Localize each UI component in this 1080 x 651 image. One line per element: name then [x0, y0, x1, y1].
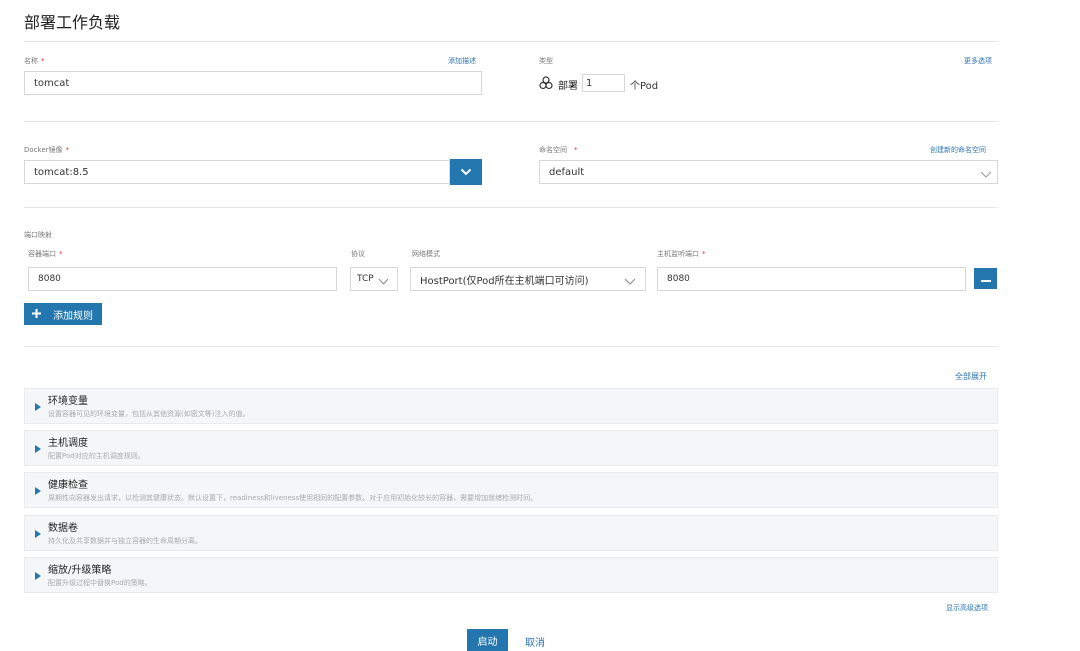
caret-right-icon: [35, 487, 41, 495]
create-namespace-link[interactable]: 创建新的命名空间: [930, 145, 986, 155]
cancel-button[interactable]: 取消: [525, 634, 545, 649]
section-description: 持久化及共享数据并与独立容器的生命周期分离。: [48, 537, 202, 545]
section-title: 健康检查: [48, 480, 88, 491]
section-health-check[interactable]: 健康检查 周期性向容器发出请求，以检测其健康状态。默认设置下，readiness…: [24, 472, 998, 508]
more-options-link[interactable]: 更多选项: [964, 56, 992, 66]
section-description: 配置Pod对应的主机调度规则。: [48, 452, 145, 460]
port-mapping-label: 端口映射: [24, 231, 52, 239]
deploy-label: 部署: [558, 81, 578, 92]
section-description: 设置容器可见的环境变量，包括从其他资源(如密文等)注入的值。: [48, 410, 250, 418]
type-label: 类型: [539, 57, 553, 65]
launch-button[interactable]: 启动: [467, 629, 508, 651]
chevron-down-icon: [378, 275, 389, 288]
caret-right-icon: [35, 403, 41, 411]
container-port-label: 容器端口 *: [28, 250, 63, 258]
divider: [24, 121, 998, 122]
network-mode-select[interactable]: HostPort(仅Pod所在主机端口可访问): [410, 267, 646, 291]
network-mode-label: 网络模式: [412, 250, 440, 258]
add-description-link[interactable]: 添加描述: [448, 56, 476, 66]
minus-icon: [980, 272, 991, 285]
section-title: 数据卷: [48, 523, 78, 534]
protocol-select[interactable]: TCP: [350, 267, 398, 291]
pod-count-input[interactable]: 1: [582, 74, 625, 92]
docker-image-label: Docker镜像 *: [24, 146, 70, 154]
deploy-icon: [539, 76, 553, 93]
name-input[interactable]: tomcat: [24, 71, 482, 95]
section-volumes[interactable]: 数据卷 持久化及共享数据并与独立容器的生命周期分离。: [24, 515, 998, 551]
section-title: 环境变量: [48, 396, 88, 407]
chevron-down-icon: [980, 168, 992, 181]
section-env-vars[interactable]: 环境变量 设置容器可见的环境变量，包括从其他资源(如密文等)注入的值。: [24, 388, 998, 424]
page-title: 部署工作负载: [24, 13, 121, 32]
name-label: 名称 *: [24, 57, 45, 65]
divider: [24, 346, 998, 347]
namespace-select[interactable]: default: [539, 160, 998, 184]
caret-right-icon: [35, 445, 41, 453]
caret-right-icon: [35, 530, 41, 538]
section-scheduling[interactable]: 主机调度 配置Pod对应的主机调度规则。: [24, 430, 998, 466]
pod-unit-label: 个Pod: [630, 81, 659, 92]
container-port-input[interactable]: 8080: [28, 267, 337, 291]
section-title: 缩放/升级策略: [48, 565, 112, 576]
divider: [24, 207, 998, 208]
add-rule-label: 添加规则: [53, 310, 93, 322]
caret-right-icon: [35, 572, 41, 580]
expand-all-link[interactable]: 全部展开: [955, 371, 987, 382]
docker-image-input[interactable]: tomcat:8.5: [24, 160, 450, 184]
host-port-label: 主机监听端口 *: [657, 250, 706, 258]
chevron-down-icon: [624, 275, 636, 288]
section-scaling-policy[interactable]: 缩放/升级策略 配置升级过程中替换Pod的策略。: [24, 557, 998, 593]
plus-icon: [32, 308, 41, 321]
divider: [24, 41, 998, 42]
add-rule-button[interactable]: 添加规则: [24, 303, 102, 325]
remove-rule-button[interactable]: [974, 268, 997, 289]
chevron-down-icon: [460, 166, 472, 179]
host-port-input[interactable]: 8080: [657, 267, 966, 291]
section-description: 周期性向容器发出请求，以检测其健康状态。默认设置下，readiness和live…: [48, 494, 538, 502]
image-dropdown-button[interactable]: [450, 159, 482, 185]
section-description: 配置升级过程中替换Pod的策略。: [48, 579, 152, 587]
show-advanced-link[interactable]: 显示高级选项: [946, 603, 988, 613]
section-title: 主机调度: [48, 438, 88, 449]
protocol-label: 协议: [351, 250, 365, 258]
namespace-label: 命名空间 *: [539, 146, 578, 154]
